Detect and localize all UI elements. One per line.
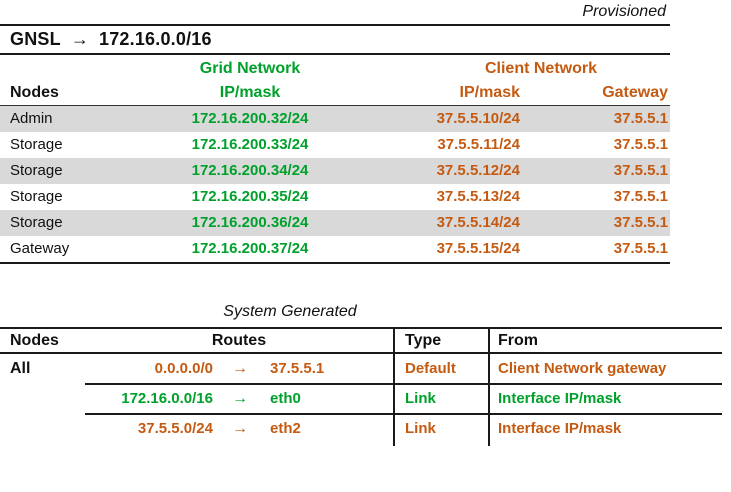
node-name: Storage [10,214,63,231]
route-row: 172.16.0.0/16 → eth0 Link Interface IP/m… [0,384,731,414]
grid-ip: 172.16.200.34/24 [191,162,309,179]
route-destination: 0.0.0.0/0 [154,360,213,377]
grid-network-header: Grid Network [199,60,301,77]
table-row: Storage 172.16.200.36/24 37.5.5.14/24 37… [0,210,670,236]
provisioned-table: Admin 172.16.200.32/24 37.5.5.10/24 37.5… [0,106,670,264]
gateway-ip: 37.5.5.1 [613,240,668,257]
client-ipmask-column-header: IP/mask [459,84,520,101]
system-generated-label: System Generated [223,303,357,320]
route-type: Default [405,360,456,377]
grid-ip: 172.16.200.37/24 [191,240,309,257]
route-row: 0.0.0.0/0 → 37.5.5.1 Default Client Netw… [0,354,731,384]
client-ip: 37.5.5.15/24 [436,240,520,257]
right-arrow-icon: → [232,360,248,377]
nodes-column-header: Nodes [10,84,59,101]
divider-line [0,53,670,55]
gateway-ip: 37.5.5.1 [613,136,668,153]
route-target: eth0 [270,390,301,407]
grid-ip: 172.16.200.36/24 [191,214,309,231]
gnsl-subnet: 172.16.0.0/16 [99,29,212,49]
gateway-ip: 37.5.5.1 [613,188,668,205]
node-name: Storage [10,136,63,153]
node-name: Storage [10,162,63,179]
provisioned-label: Provisioned [582,3,666,20]
table-row: Storage 172.16.200.35/24 37.5.5.13/24 37… [0,184,670,210]
client-ip: 37.5.5.14/24 [436,214,520,231]
right-arrow-icon: → [232,390,248,407]
type-header: Type [405,332,442,349]
grid-ip: 172.16.200.33/24 [191,136,309,153]
table-row: Admin 172.16.200.32/24 37.5.5.10/24 37.5… [0,106,670,132]
client-network-header: Client Network [484,60,597,77]
gnsl-label: GNSL [10,29,61,49]
route-from: Client Network gateway [498,360,667,377]
route-destination: 37.5.5.0/24 [137,420,213,437]
gateway-ip: 37.5.5.1 [613,110,668,127]
right-arrow-icon: → [232,420,248,437]
column-divider [393,327,395,446]
table-row: Gateway 172.16.200.37/24 37.5.5.15/24 37… [0,236,670,262]
divider-line [0,24,670,26]
node-name: Storage [10,188,63,205]
gnsl-row: GNSL → 172.16.0.0/16 [10,29,212,50]
route-type: Link [405,390,436,407]
client-ip: 37.5.5.12/24 [436,162,520,179]
route-from: Interface IP/mask [498,390,622,407]
route-row: 37.5.5.0/24 → eth2 Link Interface IP/mas… [0,414,731,444]
right-arrow-icon: → [70,29,90,49]
column-divider [488,327,490,446]
client-ip: 37.5.5.13/24 [436,188,520,205]
table-row: Storage 172.16.200.34/24 37.5.5.12/24 37… [0,158,670,184]
grid-ipmask-column-header: IP/mask [219,84,281,101]
gateway-column-header: Gateway [602,84,668,101]
client-ip: 37.5.5.10/24 [436,110,520,127]
client-ip: 37.5.5.11/24 [437,136,520,153]
route-destination: 172.16.0.0/16 [121,390,213,407]
route-target: eth2 [270,420,301,437]
table-row: Storage 172.16.200.33/24 37.5.5.11/24 37… [0,132,670,158]
routes-header: Routes [211,332,267,349]
route-target: 37.5.5.1 [270,360,325,377]
node-name: Admin [10,110,53,127]
route-type: Link [405,420,436,437]
network-config-figure: Provisioned GNSL → 172.16.0.0/16 Grid Netw… [0,0,731,492]
gateway-ip: 37.5.5.1 [613,162,668,179]
from-header: From [498,332,538,349]
grid-ip: 172.16.200.35/24 [191,188,309,205]
route-from: Interface IP/mask [498,420,622,437]
node-name: Gateway [10,240,70,257]
gateway-ip: 37.5.5.1 [613,214,668,231]
grid-ip: 172.16.200.32/24 [191,110,309,127]
